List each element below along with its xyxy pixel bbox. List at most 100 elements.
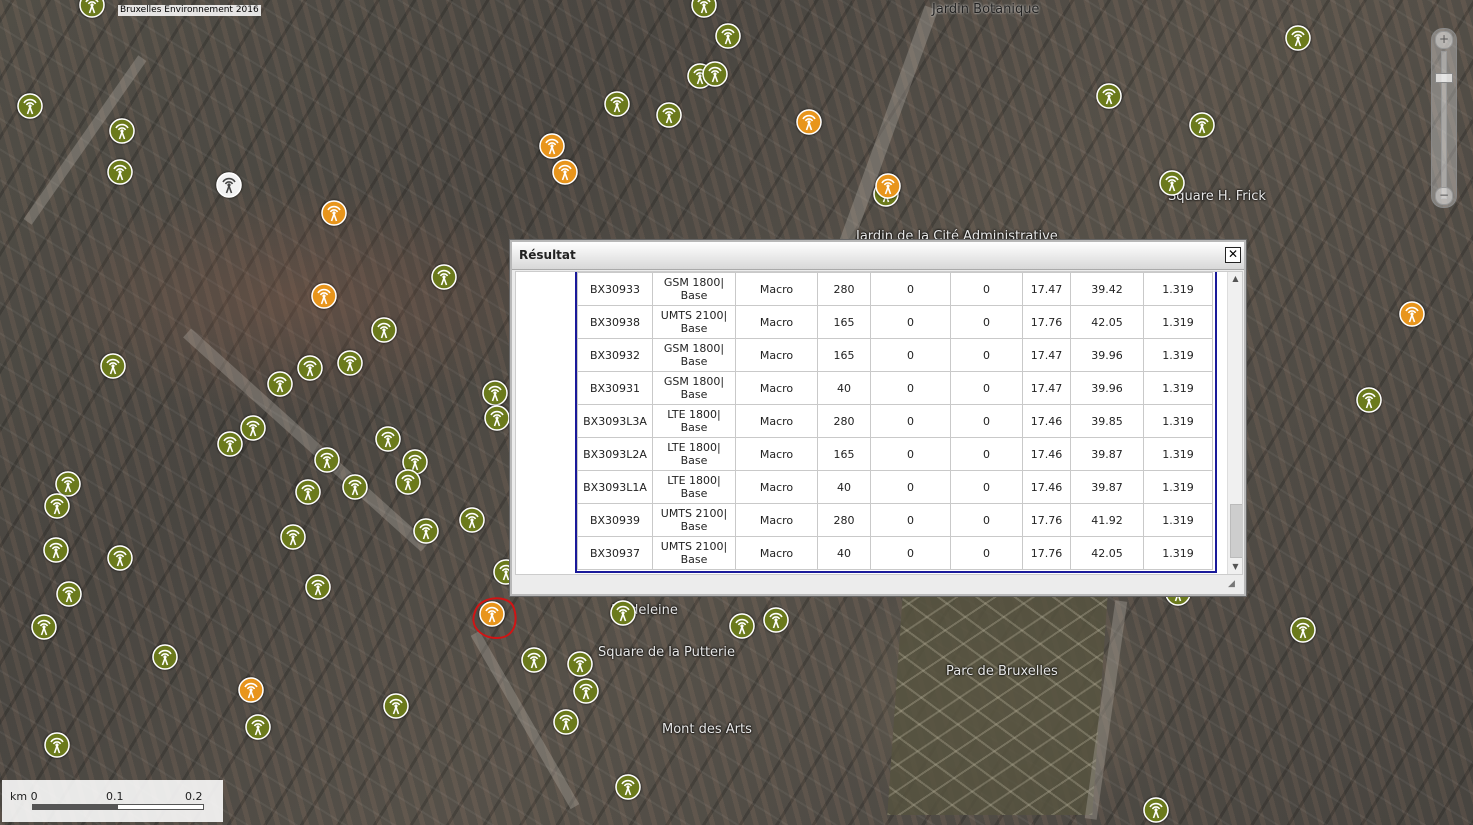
antenna-marker-icon[interactable] bbox=[431, 264, 457, 290]
scroll-down-arrow-icon[interactable]: ▼ bbox=[1228, 560, 1242, 574]
antenna-marker-icon[interactable] bbox=[44, 732, 70, 758]
table-scrollbar[interactable]: ▲ ▼ bbox=[1227, 272, 1242, 574]
antenna-marker-icon[interactable] bbox=[44, 493, 70, 519]
antenna-marker-icon[interactable] bbox=[1356, 387, 1382, 413]
antenna-marker-icon[interactable] bbox=[715, 23, 741, 49]
antenna-marker-icon[interactable] bbox=[610, 600, 636, 626]
antenna-marker-icon[interactable] bbox=[17, 93, 43, 119]
close-button[interactable]: ✕ bbox=[1225, 247, 1241, 263]
table-row[interactable]: BX30938 UMTS 2100| Base Macro 165 0 0 17.76 42.0… bbox=[577, 305, 1213, 339]
value-c-cell: 17.76 bbox=[1022, 305, 1071, 339]
antenna-marker-icon[interactable] bbox=[573, 678, 599, 704]
antenna-marker-icon[interactable] bbox=[1290, 617, 1316, 643]
antenna-marker-icon[interactable] bbox=[1159, 170, 1185, 196]
table-cell-text: 0 bbox=[983, 447, 990, 461]
antenna-marker-icon[interactable] bbox=[267, 371, 293, 397]
antenna-marker-icon[interactable] bbox=[43, 537, 69, 563]
table-cell-text: Base bbox=[680, 421, 708, 434]
resize-grip-icon[interactable]: ◢ bbox=[1228, 578, 1240, 590]
value-d-cell: 42.05 bbox=[1070, 305, 1144, 339]
antenna-marker-icon[interactable] bbox=[79, 0, 105, 18]
street bbox=[835, 5, 939, 255]
antenna-marker-icon[interactable] bbox=[100, 353, 126, 379]
table-cell-text: 39.87 bbox=[1091, 480, 1123, 494]
antenna-marker-icon[interactable] bbox=[297, 355, 323, 381]
table-cell-text: 17.47 bbox=[1030, 381, 1063, 395]
table-cell-text: 39.87 bbox=[1091, 447, 1123, 461]
antenna-marker-icon[interactable] bbox=[383, 693, 409, 719]
antenna-marker-icon[interactable] bbox=[1143, 797, 1169, 823]
table-row[interactable]: BX30932 GSM 1800| Base Macro 165 0 0 17.47 39.96… bbox=[577, 338, 1213, 372]
antenna-marker-selected-icon[interactable] bbox=[796, 109, 822, 135]
table-row[interactable]: BX3093L3A LTE 1800| Base Macro 280 0 0 17.46 39.… bbox=[577, 404, 1213, 438]
antenna-marker-icon[interactable] bbox=[342, 474, 368, 500]
antenna-marker-icon[interactable] bbox=[31, 614, 57, 640]
antenna-marker-icon[interactable] bbox=[295, 479, 321, 505]
antenna-marker-icon[interactable] bbox=[371, 317, 397, 343]
zoom-out-button[interactable]: − bbox=[1435, 187, 1453, 205]
antenna-marker-icon[interactable] bbox=[395, 469, 421, 495]
antenna-marker-icon[interactable] bbox=[240, 415, 266, 441]
antenna-marker-selected-icon[interactable] bbox=[238, 677, 264, 703]
antenna-marker-selected-icon[interactable] bbox=[552, 159, 578, 185]
table-cell-text: 42.05 bbox=[1091, 546, 1123, 560]
antenna-marker-icon[interactable] bbox=[1189, 112, 1215, 138]
antenna-marker-icon[interactable] bbox=[763, 607, 789, 633]
antenna-marker-icon[interactable] bbox=[729, 613, 755, 639]
value-c-cell: 17.46 bbox=[1022, 470, 1071, 504]
table-row[interactable]: BX30937 UMTS 2100| Base Macro 40 0 0 17.76 42.05… bbox=[577, 536, 1213, 570]
antenna-marker-icon[interactable] bbox=[615, 774, 641, 800]
antenna-marker-icon[interactable] bbox=[217, 431, 243, 457]
zoom-handle[interactable] bbox=[1435, 73, 1453, 83]
antenna-marker-icon[interactable] bbox=[604, 91, 630, 117]
antenna-marker-selected-icon[interactable] bbox=[539, 133, 565, 159]
table-cell-text: 1.319 bbox=[1162, 447, 1194, 461]
antenna-marker-icon[interactable] bbox=[375, 426, 401, 452]
antenna-marker-icon[interactable] bbox=[459, 507, 485, 533]
antenna-marker-icon[interactable] bbox=[521, 647, 547, 673]
table-row[interactable]: BX30933 GSM 1800| Base Macro 280 0 0 17.47 39.42… bbox=[577, 272, 1213, 306]
antenna-marker-icon[interactable] bbox=[702, 61, 728, 87]
table-row[interactable]: BX3093L1A LTE 1800| Base Macro 40 0 0 17.46 39.8… bbox=[577, 470, 1213, 504]
antenna-marker-selected-icon[interactable] bbox=[321, 200, 347, 226]
antenna-marker-icon[interactable] bbox=[314, 447, 340, 473]
dialog-title: Résultat bbox=[519, 248, 576, 262]
value-d-cell: 39.87 bbox=[1070, 437, 1144, 471]
table-row[interactable]: BX30931 GSM 1800| Base Macro 40 0 0 17.47 39.96 1… bbox=[577, 371, 1213, 405]
antenna-marker-icon[interactable] bbox=[280, 524, 306, 550]
table-cell-text: 1.319 bbox=[1162, 546, 1194, 560]
antenna-marker-icon[interactable] bbox=[152, 644, 178, 670]
scroll-thumb[interactable] bbox=[1230, 504, 1242, 558]
zoom-in-button[interactable]: + bbox=[1435, 31, 1453, 49]
value-e-cell: 1.319 bbox=[1143, 371, 1213, 405]
antenna-marker-icon[interactable] bbox=[413, 518, 439, 544]
antenna-marker-icon[interactable] bbox=[305, 574, 331, 600]
antenna-marker-icon[interactable] bbox=[1096, 83, 1122, 109]
antenna-marker-icon[interactable] bbox=[107, 545, 133, 571]
table-cell-text: 0 bbox=[983, 546, 990, 560]
table-cell-text: 0 bbox=[983, 348, 990, 362]
antenna-marker-selected-icon[interactable] bbox=[875, 173, 901, 199]
antenna-marker-icon[interactable] bbox=[691, 0, 717, 18]
antenna-marker-icon[interactable] bbox=[109, 118, 135, 144]
table-row[interactable]: BX30939 UMTS 2100| Base Macro 280 0 0 17.76 41.9… bbox=[577, 503, 1213, 537]
antenna-marker-icon[interactable] bbox=[482, 380, 508, 406]
antenna-marker-icon[interactable] bbox=[56, 581, 82, 607]
zoom-slider[interactable]: + − bbox=[1431, 28, 1457, 208]
antenna-marker-icon[interactable] bbox=[656, 102, 682, 128]
antenna-marker-icon[interactable] bbox=[245, 714, 271, 740]
antenna-marker-icon[interactable] bbox=[107, 159, 133, 185]
antenna-marker-selected-icon[interactable] bbox=[1399, 301, 1425, 327]
antenna-marker-icon[interactable] bbox=[567, 651, 593, 677]
type-cell: Macro bbox=[735, 404, 818, 438]
antenna-marker-inactive-icon[interactable] bbox=[216, 172, 242, 198]
scale-label-mid: 0.1 bbox=[106, 790, 124, 803]
antenna-marker-icon[interactable] bbox=[484, 405, 510, 431]
scroll-up-arrow-icon[interactable]: ▲ bbox=[1228, 272, 1242, 286]
antenna-marker-icon[interactable] bbox=[553, 709, 579, 735]
antenna-marker-selected-icon[interactable] bbox=[311, 283, 337, 309]
antenna-marker-icon[interactable] bbox=[1285, 25, 1311, 51]
dialog-titlebar[interactable]: Résultat ✕ bbox=[512, 242, 1244, 270]
table-row[interactable]: BX3093L2A LTE 1800| Base Macro 165 0 0 17.46 39.… bbox=[577, 437, 1213, 471]
antenna-marker-icon[interactable] bbox=[337, 350, 363, 376]
